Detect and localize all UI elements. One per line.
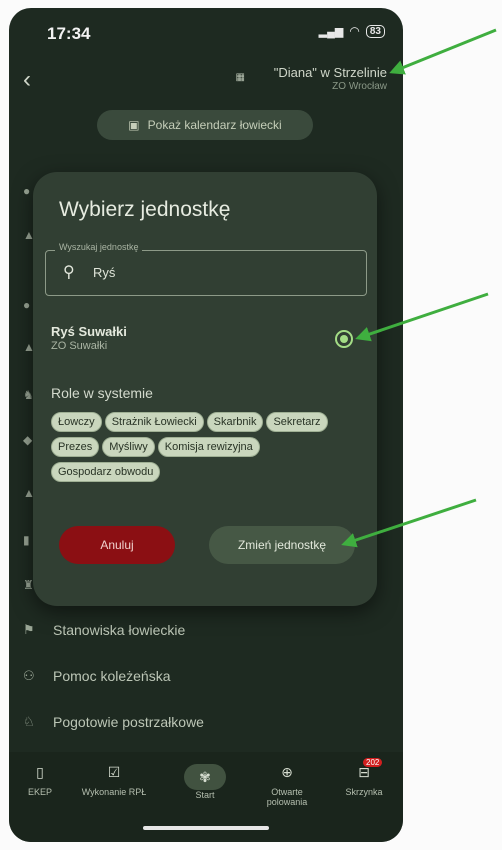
arrow-to-header: [389, 28, 497, 75]
annotation-arrows: [341, 28, 497, 548]
arrow-to-change-button: [341, 498, 477, 548]
arrow-to-radio: [355, 292, 489, 342]
